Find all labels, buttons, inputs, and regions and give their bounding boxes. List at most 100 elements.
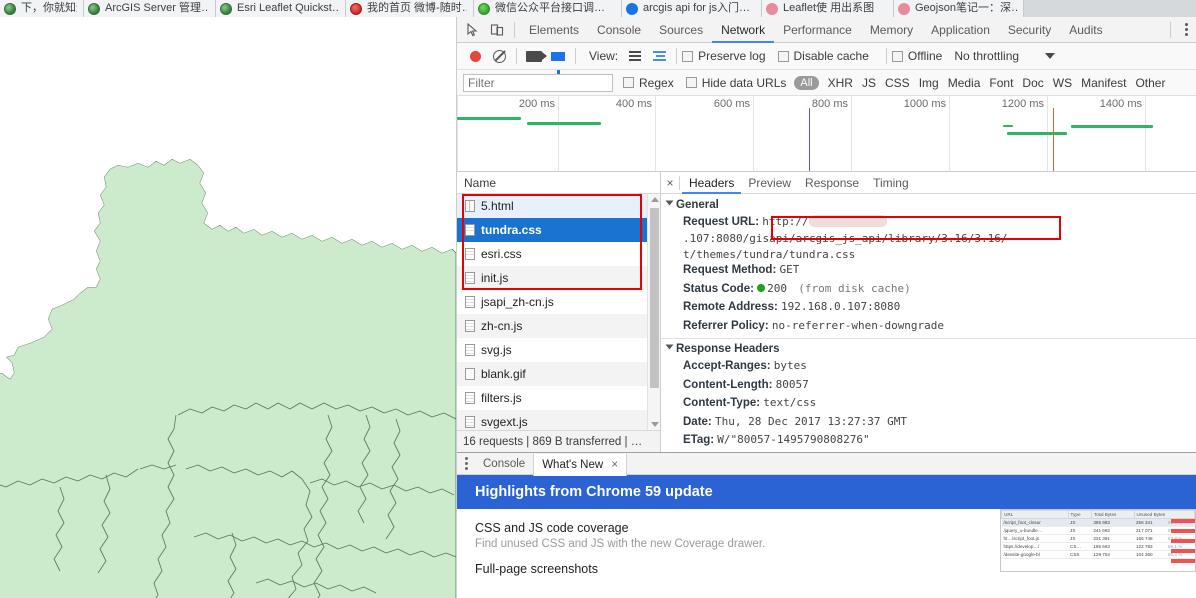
request-list-body[interactable]: 5.html tundra.css esri.css init.js jsapi… — [457, 194, 660, 430]
tab-preview[interactable]: Preview — [741, 172, 798, 194]
filter-font[interactable]: Font — [989, 76, 1013, 90]
browser-tab[interactable]: arcgis api for js入门… — [622, 0, 762, 17]
filter-manifest[interactable]: Manifest — [1081, 76, 1126, 90]
browser-tab[interactable]: Esri Leaflet Quickst… — [216, 0, 346, 17]
disable-cache-option[interactable]: Disable cache — [777, 49, 869, 63]
regex-option[interactable]: Regex — [623, 76, 674, 90]
drawer-tab-console[interactable]: Console — [475, 453, 533, 475]
filter-xhr[interactable]: XHR — [828, 76, 853, 90]
browser-tab-strip: 下，你就知道 ArcGIS Server 管理… Esri Leaflet Qu… — [0, 0, 1196, 17]
devtools-toolbar-right — [1165, 18, 1196, 42]
js-file-icon — [465, 272, 475, 284]
coverage-col-type: Type — [1067, 510, 1092, 519]
tab-headers[interactable]: Headers — [682, 172, 741, 194]
throttling-select[interactable]: No throttling — [954, 49, 1056, 63]
clear-button[interactable] — [487, 44, 511, 68]
capture-screenshots-button[interactable] — [522, 44, 547, 68]
coverage-total: 385 983 — [1091, 518, 1134, 527]
response-headers-section-header[interactable]: Response Headers — [661, 341, 1196, 357]
tab-sources[interactable]: Sources — [650, 17, 712, 43]
coverage-unused: 256 341 — [1134, 518, 1167, 527]
devtools-drawer: Console What's New × Highlights from Chr… — [457, 452, 1196, 589]
network-timeline-overview[interactable]: 200 ms 400 ms 600 ms 800 ms 1000 ms 1200… — [457, 96, 1196, 172]
tab-audits[interactable]: Audits — [1060, 17, 1111, 43]
tab-elements[interactable]: Elements — [520, 17, 588, 43]
tab-timing[interactable]: Timing — [866, 172, 916, 194]
filter-img[interactable]: Img — [919, 76, 939, 90]
more-options-icon[interactable] — [1176, 18, 1196, 42]
hide-data-urls-checkbox[interactable] — [685, 77, 697, 88]
offline-checkbox[interactable] — [891, 50, 903, 62]
regex-checkbox[interactable] — [623, 77, 634, 88]
tab-memory[interactable]: Memory — [861, 17, 922, 43]
request-row[interactable]: 5.html — [457, 194, 660, 218]
preserve-log-option[interactable]: Preserve log — [682, 49, 766, 63]
filter-js[interactable]: JS — [862, 76, 876, 90]
request-row[interactable]: init.js — [457, 266, 660, 290]
browser-tab[interactable]: 我的首页 微博-随时… — [346, 0, 474, 17]
record-button[interactable] — [463, 44, 487, 68]
coverage-bar — [1171, 549, 1195, 553]
tab-response[interactable]: Response — [798, 172, 866, 194]
browser-tab[interactable]: 微信公众平台接口调… — [474, 0, 622, 17]
offline-option[interactable]: Offline — [891, 49, 942, 63]
scroll-down-arrow-icon[interactable] — [650, 422, 659, 427]
general-section-header[interactable]: General — [661, 197, 1196, 213]
filter-doc[interactable]: Doc — [1022, 76, 1043, 90]
tab-console[interactable]: Console — [588, 17, 650, 43]
css-file-icon — [465, 248, 475, 260]
drawer-tab-whats-new[interactable]: What's New × — [533, 453, 628, 476]
request-row[interactable]: filters.js — [457, 386, 660, 410]
filter-input[interactable] — [463, 73, 613, 92]
request-row[interactable]: svgext.js — [457, 410, 660, 430]
coverage-unused: 166 748 — [1134, 534, 1167, 543]
tab-network[interactable]: Network — [712, 17, 774, 43]
filter-toggle-button[interactable] — [546, 44, 570, 74]
tab-security[interactable]: Security — [999, 17, 1060, 43]
tab-performance[interactable]: Performance — [774, 17, 861, 43]
tab-application[interactable]: Application — [922, 17, 999, 43]
web-page-viewport — [0, 17, 456, 598]
overview-gridline — [655, 96, 656, 171]
request-list-header[interactable]: Name — [457, 172, 660, 194]
scrollbar-thumb[interactable] — [650, 208, 659, 388]
inspect-element-icon[interactable] — [461, 18, 485, 42]
filter-other[interactable]: Other — [1135, 76, 1165, 90]
overview-request-bar — [1003, 125, 1013, 127]
browser-tab[interactable]: Geojson笔记一：深… — [894, 0, 1024, 17]
coverage-type: JS — [1068, 518, 1092, 527]
clear-icon — [492, 49, 506, 63]
request-row[interactable]: esri.css — [457, 242, 660, 266]
filter-media[interactable]: Media — [948, 76, 981, 90]
coverage-total: 231 391 — [1091, 534, 1134, 543]
drawer-more-options-icon[interactable] — [457, 453, 475, 475]
close-detail-icon[interactable]: × — [661, 176, 679, 190]
preserve-log-checkbox[interactable] — [682, 50, 694, 62]
disable-cache-checkbox[interactable] — [777, 50, 789, 62]
response-header-row: ETag: W/"80057-1495790808276" — [661, 431, 1196, 450]
request-row[interactable]: blank.gif — [457, 362, 660, 386]
scroll-up-arrow-icon[interactable] — [650, 197, 659, 202]
hide-data-urls-option[interactable]: Hide data URLs — [685, 76, 786, 90]
list-view-button[interactable] — [623, 44, 647, 68]
header-value: text/css — [763, 396, 817, 409]
browser-tab[interactable]: Leaflet使 用出系图 — [762, 0, 894, 17]
browser-tab[interactable]: ArcGIS Server 管理… — [84, 0, 216, 17]
request-row[interactable]: jsapi_zh-cn.js — [457, 290, 660, 314]
coverage-bar — [1171, 519, 1195, 523]
toggle-device-toolbar-icon[interactable] — [485, 18, 509, 42]
referrer-policy-value: no-referrer-when-downgrade — [771, 318, 945, 332]
request-row[interactable]: svg.js — [457, 338, 660, 362]
filter-ws[interactable]: WS — [1053, 76, 1072, 90]
china-province-map[interactable] — [0, 17, 456, 598]
waterfall-view-button[interactable] — [647, 44, 671, 68]
request-list-scrollbar[interactable] — [647, 194, 660, 430]
filter-css[interactable]: CSS — [885, 76, 910, 90]
request-row[interactable]: tundra.css — [457, 218, 660, 242]
browser-tab[interactable]: 下，你就知道 — [0, 0, 84, 17]
filter-all[interactable]: All — [794, 75, 819, 90]
header-key: ETag: — [683, 434, 715, 446]
whats-new-banner: Highlights from Chrome 59 update — [457, 475, 1196, 509]
request-row[interactable]: zh-cn.js — [457, 314, 660, 338]
close-icon[interactable]: × — [611, 459, 618, 471]
